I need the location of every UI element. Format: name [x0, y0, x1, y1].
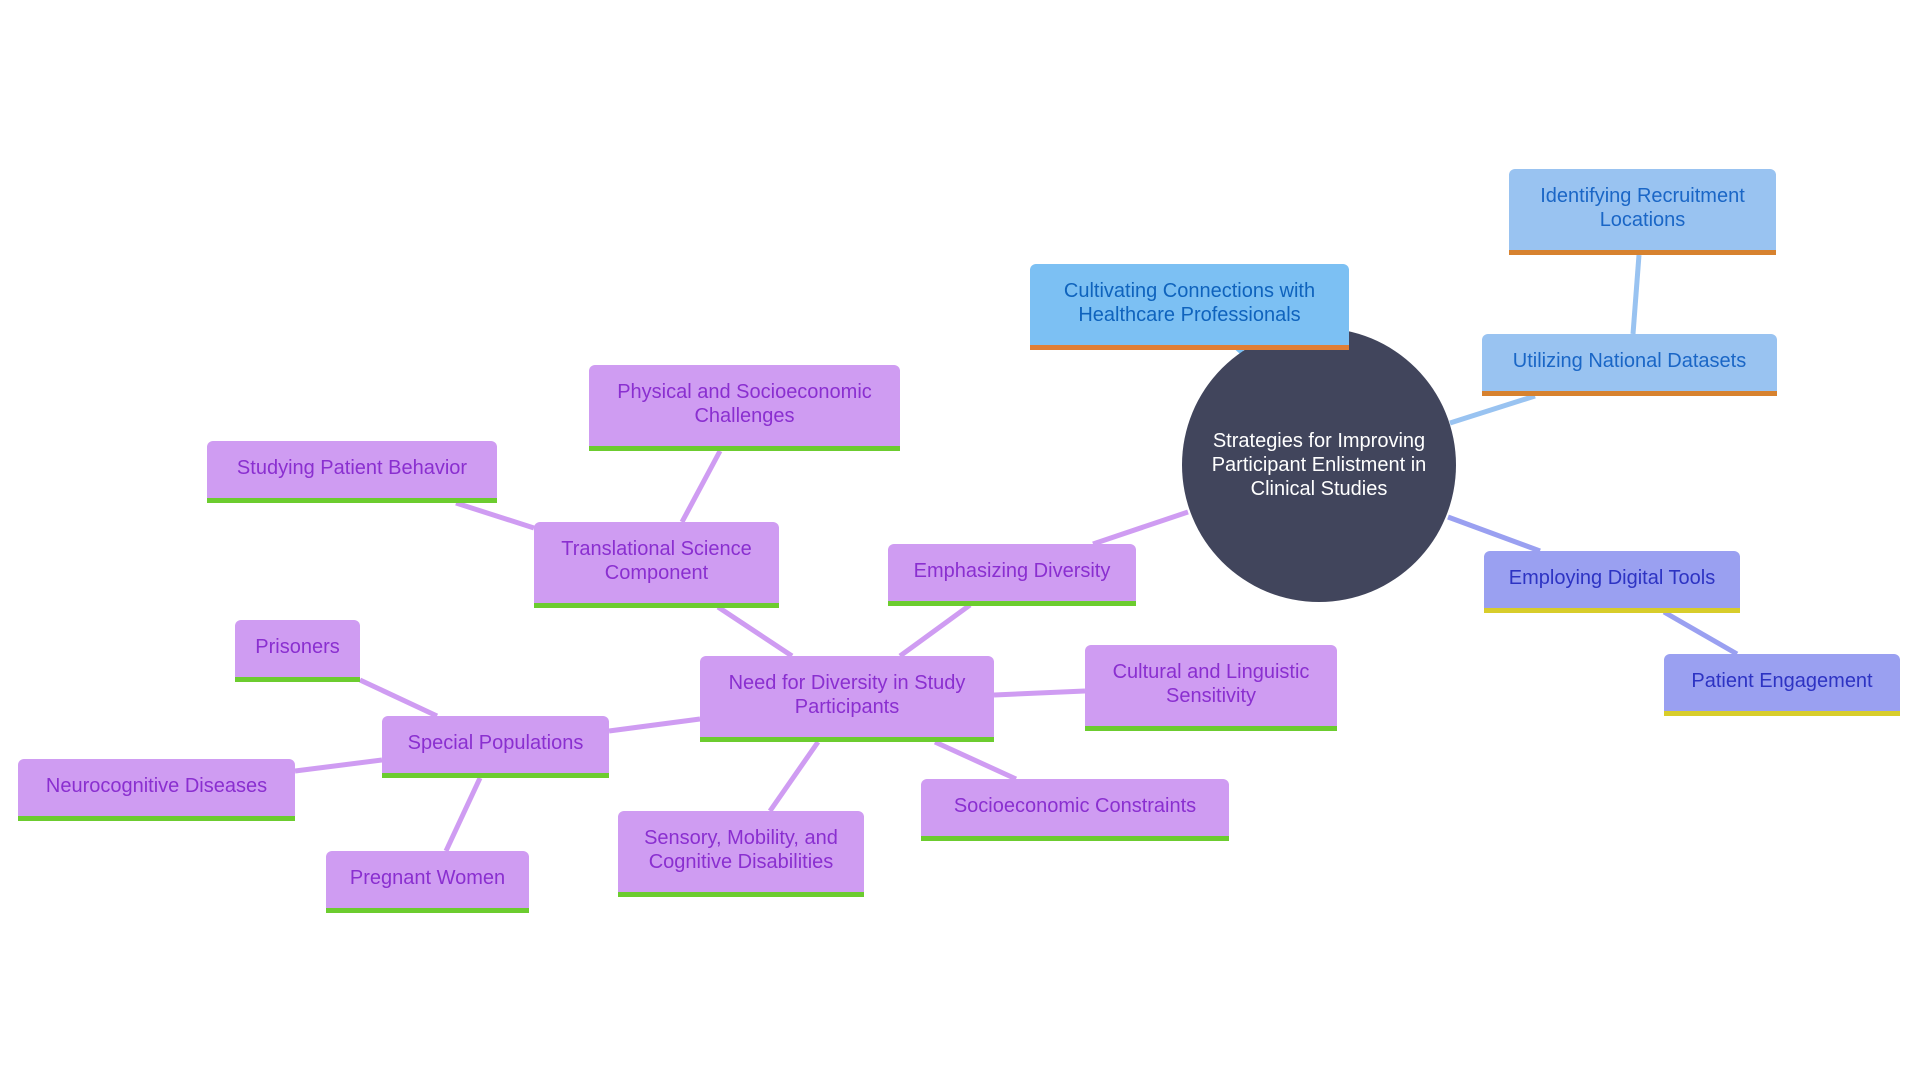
node-label: Identifying Recruitment Locations: [1540, 184, 1745, 231]
edge-translational-physical: [679, 449, 723, 524]
node-label: Pregnant Women: [349, 866, 506, 889]
edge-special-prisoners: [358, 677, 439, 719]
node-label: Physical and Socioeconomic Challenges: [617, 380, 872, 427]
edge-employing-engagement: [1662, 609, 1739, 657]
node-label: Translational Science Component: [561, 537, 752, 584]
node-label: Neurocognitive Diseases: [45, 774, 268, 797]
node-identifying[interactable]: Identifying Recruitment Locations: [1509, 169, 1776, 255]
edge-translational-studying: [455, 500, 535, 531]
edge-root-employing: [1447, 514, 1541, 554]
node-label: Emphasizing Diversity: [913, 559, 1111, 582]
node-label: Patient Engagement: [1691, 669, 1873, 692]
node-label: Need for Diversity in Study Participants: [728, 671, 966, 718]
node-need[interactable]: Need for Diversity in Study Participants: [700, 656, 994, 742]
node-employing[interactable]: Employing Digital Tools: [1484, 551, 1740, 613]
mindmap-edges: [294, 254, 1739, 853]
node-label: Cultivating Connections with Healthcare …: [1063, 279, 1316, 326]
node-label: Sensory, Mobility, and Cognitive Disabil…: [644, 826, 838, 873]
node-sensory[interactable]: Sensory, Mobility, and Cognitive Disabil…: [618, 811, 864, 897]
node-special[interactable]: Special Populations: [382, 716, 609, 778]
node-label: Utilizing National Datasets: [1512, 349, 1747, 372]
node-cultural[interactable]: Cultural and Linguistic Sensitivity: [1085, 645, 1337, 731]
node-utilizing[interactable]: Utilizing National Datasets: [1482, 334, 1777, 396]
node-pregnant[interactable]: Pregnant Women: [326, 851, 529, 913]
node-physical[interactable]: Physical and Socioeconomic Challenges: [589, 365, 900, 451]
edge-need-socioeconomic: [933, 739, 1018, 782]
edge-emphasizing-need: [898, 602, 972, 659]
node-label: Studying Patient Behavior: [236, 456, 468, 479]
edge-need-special: [608, 716, 701, 734]
node-emphasizing[interactable]: Emphasizing Diversity: [888, 544, 1136, 606]
edge-need-translational: [716, 604, 794, 659]
edge-root-utilizing: [1449, 393, 1536, 426]
edge-root-emphasizing: [1092, 509, 1189, 547]
edge-special-pregnant: [443, 776, 483, 853]
node-translational[interactable]: Translational Science Component: [534, 522, 779, 608]
node-neuro[interactable]: Neurocognitive Diseases: [18, 759, 295, 821]
edge-need-cultural: [993, 688, 1086, 698]
node-label: Prisoners: [255, 635, 340, 658]
node-label: Cultural and Linguistic Sensitivity: [1112, 660, 1310, 707]
edge-special-neuro: [294, 757, 383, 774]
node-label: Special Populations: [407, 731, 584, 754]
node-engagement[interactable]: Patient Engagement: [1664, 654, 1900, 716]
node-studying[interactable]: Studying Patient Behavior: [207, 441, 497, 503]
node-label: Socioeconomic Constraints: [953, 794, 1197, 817]
root-node[interactable]: Strategies for Improving Participant Enl…: [1182, 328, 1456, 602]
root-label: Strategies for Improving Participant Enl…: [1211, 430, 1427, 500]
edge-need-sensory: [767, 740, 821, 813]
node-label: Employing Digital Tools: [1508, 566, 1716, 589]
node-socioeconomic[interactable]: Socioeconomic Constraints: [921, 779, 1229, 841]
node-prisoners[interactable]: Prisoners: [235, 620, 360, 682]
edge-utilizing-identifying: [1630, 254, 1642, 335]
node-cultivating[interactable]: Cultivating Connections with Healthcare …: [1030, 264, 1349, 350]
